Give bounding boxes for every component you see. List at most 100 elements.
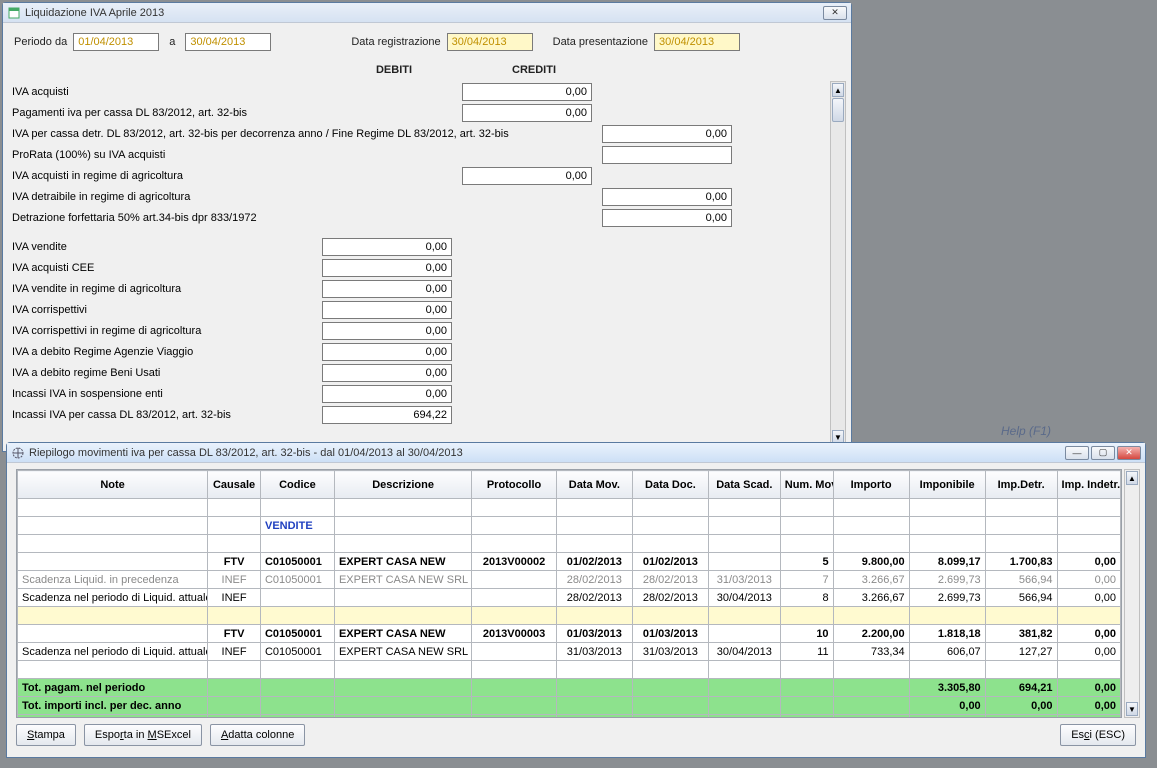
table-row[interactable]: FTVC01050001EXPERT CASA NEW2013V0000201/… <box>18 553 1121 571</box>
table-row[interactable]: VENDITE <box>18 517 1121 535</box>
grid-scrollbar[interactable]: ▲ ▼ <box>1124 469 1140 718</box>
liquidazione-titlebar[interactable]: Liquidazione IVA Aprile 2013 ✕ <box>3 3 851 23</box>
data-reg-label: Data registrazione <box>351 36 440 48</box>
liquidazione-row: IVA acquisti <box>12 81 828 102</box>
column-header[interactable]: Imp. Indetr. <box>1057 471 1120 499</box>
row-label: IVA corrispettivi in regime di agricoltu… <box>12 325 322 337</box>
table-row[interactable]: Totale importi esclusi0,000,000,00 <box>18 715 1121 719</box>
row-label: Pagamenti iva per cassa DL 83/2012, art.… <box>12 107 322 119</box>
liquidazione-rows: IVA acquisti Pagamenti iva per cassa DL 8… <box>12 81 828 446</box>
valore-input[interactable] <box>602 209 732 227</box>
riepilogo-grid-wrap: NoteCausaleCodiceDescrizioneProtocolloDa… <box>16 469 1122 718</box>
table-row[interactable]: Tot. importi incl. per dec. anno0,000,00… <box>18 697 1121 715</box>
close-button[interactable]: ✕ <box>1117 446 1141 460</box>
row-label: IVA acquisti <box>12 86 322 98</box>
table-row[interactable] <box>18 499 1121 517</box>
riepilogo-window: Riepilogo movimenti iva per cassa DL 83/… <box>6 442 1146 758</box>
liquidazione-row: IVA vendite <box>12 236 828 257</box>
maximize-button[interactable]: ▢ <box>1091 446 1115 460</box>
row-label: IVA acquisti CEE <box>12 262 322 274</box>
riepilogo-grid[interactable]: NoteCausaleCodiceDescrizioneProtocolloDa… <box>17 470 1121 718</box>
periodo-a-label: a <box>169 36 175 48</box>
periodo-da-input[interactable] <box>73 33 159 51</box>
close-icon[interactable]: ✕ <box>823 6 847 20</box>
row-label: Incassi IVA per cassa DL 83/2012, art. 3… <box>12 409 322 421</box>
esci-button[interactable]: Esci (ESC) <box>1060 724 1136 746</box>
liquidazione-title: Liquidazione IVA Aprile 2013 <box>25 7 823 19</box>
crediti-input[interactable] <box>462 167 592 185</box>
debiti-header: DEBITI <box>324 64 464 76</box>
liquidazione-row: Incassi IVA per cassa DL 83/2012, art. 3… <box>12 404 828 425</box>
table-row[interactable]: Tot. pagam. nel periodo3.305,80694,210,0… <box>18 679 1121 697</box>
valore-input[interactable] <box>602 146 732 164</box>
debiti-input[interactable] <box>322 364 452 382</box>
liquidazione-row: IVA acquisti CEE <box>12 257 828 278</box>
table-row[interactable]: Scadenza Liquid. in precedenzaINEFC01050… <box>18 571 1121 589</box>
data-pres-input[interactable] <box>654 33 740 51</box>
debiti-input[interactable] <box>322 301 452 319</box>
column-header[interactable]: Imponibile <box>909 471 985 499</box>
esporta-button[interactable]: Esporta in MSExcel <box>84 724 202 746</box>
stampa-button[interactable]: Stampa <box>16 724 76 746</box>
row-label: IVA a debito regime Beni Usati <box>12 367 322 379</box>
column-header[interactable]: Causale <box>208 471 261 499</box>
row-label: Detrazione forfettaria 50% art.34-bis dp… <box>12 212 322 224</box>
row-label: IVA vendite in regime di agricoltura <box>12 283 322 295</box>
column-header[interactable]: Imp.Detr. <box>985 471 1057 499</box>
liquidazione-row: ProRata (100%) su IVA acquisti <box>12 144 828 165</box>
debiti-input[interactable] <box>322 238 452 256</box>
minimize-button[interactable]: — <box>1065 446 1089 460</box>
liquidazione-row: Detrazione forfettaria 50% art.34-bis dp… <box>12 207 828 228</box>
liquidazione-row: IVA acquisti in regime di agricoltura <box>12 165 828 186</box>
grid-scroll-up-icon[interactable]: ▲ <box>1126 471 1138 485</box>
periodo-da-label: Periodo da <box>14 36 67 48</box>
liquidazione-scrollbar[interactable]: ▲ ▼ <box>830 81 846 446</box>
liquidazione-row <box>12 228 828 236</box>
row-label: ProRata (100%) su IVA acquisti <box>12 149 322 161</box>
grid-scroll-down-icon[interactable]: ▼ <box>1126 702 1138 716</box>
crediti-input[interactable] <box>602 125 732 143</box>
liquidazione-row: IVA corrispettivi in regime di agricoltu… <box>12 320 828 341</box>
column-header[interactable]: Data Mov. <box>556 471 632 499</box>
table-row[interactable]: Scadenza nel periodo di Liquid. attualeI… <box>18 589 1121 607</box>
table-row[interactable] <box>18 607 1121 625</box>
column-header[interactable]: Importo <box>833 471 909 499</box>
debiti-input[interactable] <box>322 406 452 424</box>
riepilogo-titlebar[interactable]: Riepilogo movimenti iva per cassa DL 83/… <box>7 443 1145 463</box>
data-pres-label: Data presentazione <box>553 36 648 48</box>
adatta-colonne-button[interactable]: Adatta colonne <box>210 724 305 746</box>
app-icon <box>7 6 21 20</box>
crediti-input[interactable] <box>462 83 592 101</box>
scroll-up-icon[interactable]: ▲ <box>832 83 844 97</box>
table-row[interactable] <box>18 661 1121 679</box>
periodo-a-input[interactable] <box>185 33 271 51</box>
row-label: IVA corrispettivi <box>12 304 322 316</box>
liquidazione-row: Pagamenti iva per cassa DL 83/2012, art.… <box>12 102 828 123</box>
column-header[interactable]: Protocollo <box>472 471 557 499</box>
valore-input[interactable] <box>602 188 732 206</box>
column-header[interactable]: Num. Mov <box>780 471 833 499</box>
table-row[interactable]: FTVC01050001EXPERT CASA NEW2013V0000301/… <box>18 625 1121 643</box>
table-row[interactable]: Scadenza nel periodo di Liquid. attualeI… <box>18 643 1121 661</box>
table-row[interactable] <box>18 535 1121 553</box>
column-header[interactable]: Codice <box>260 471 334 499</box>
liquidazione-row: IVA a debito regime Beni Usati <box>12 362 828 383</box>
row-label: Incassi IVA in sospensione enti <box>12 388 322 400</box>
column-header[interactable]: Descrizione <box>334 471 471 499</box>
column-header[interactable]: Data Doc. <box>632 471 708 499</box>
debiti-input[interactable] <box>322 343 452 361</box>
scroll-thumb[interactable] <box>832 98 844 122</box>
row-label: IVA vendite <box>12 241 322 253</box>
data-reg-input[interactable] <box>447 33 533 51</box>
liquidazione-row: IVA per cassa detr. DL 83/2012, art. 32-… <box>12 123 828 144</box>
crediti-input[interactable] <box>462 104 592 122</box>
debiti-input[interactable] <box>322 385 452 403</box>
debiti-input[interactable] <box>322 280 452 298</box>
help-hint: Help (F1) <box>1001 424 1051 438</box>
column-header[interactable]: Note <box>18 471 208 499</box>
debiti-input[interactable] <box>322 259 452 277</box>
column-header[interactable]: Data Scad. <box>708 471 780 499</box>
debiti-input[interactable] <box>322 322 452 340</box>
liquidazione-row: Incassi IVA in sospensione enti <box>12 383 828 404</box>
row-label: IVA detraibile in regime di agricoltura <box>12 191 322 203</box>
